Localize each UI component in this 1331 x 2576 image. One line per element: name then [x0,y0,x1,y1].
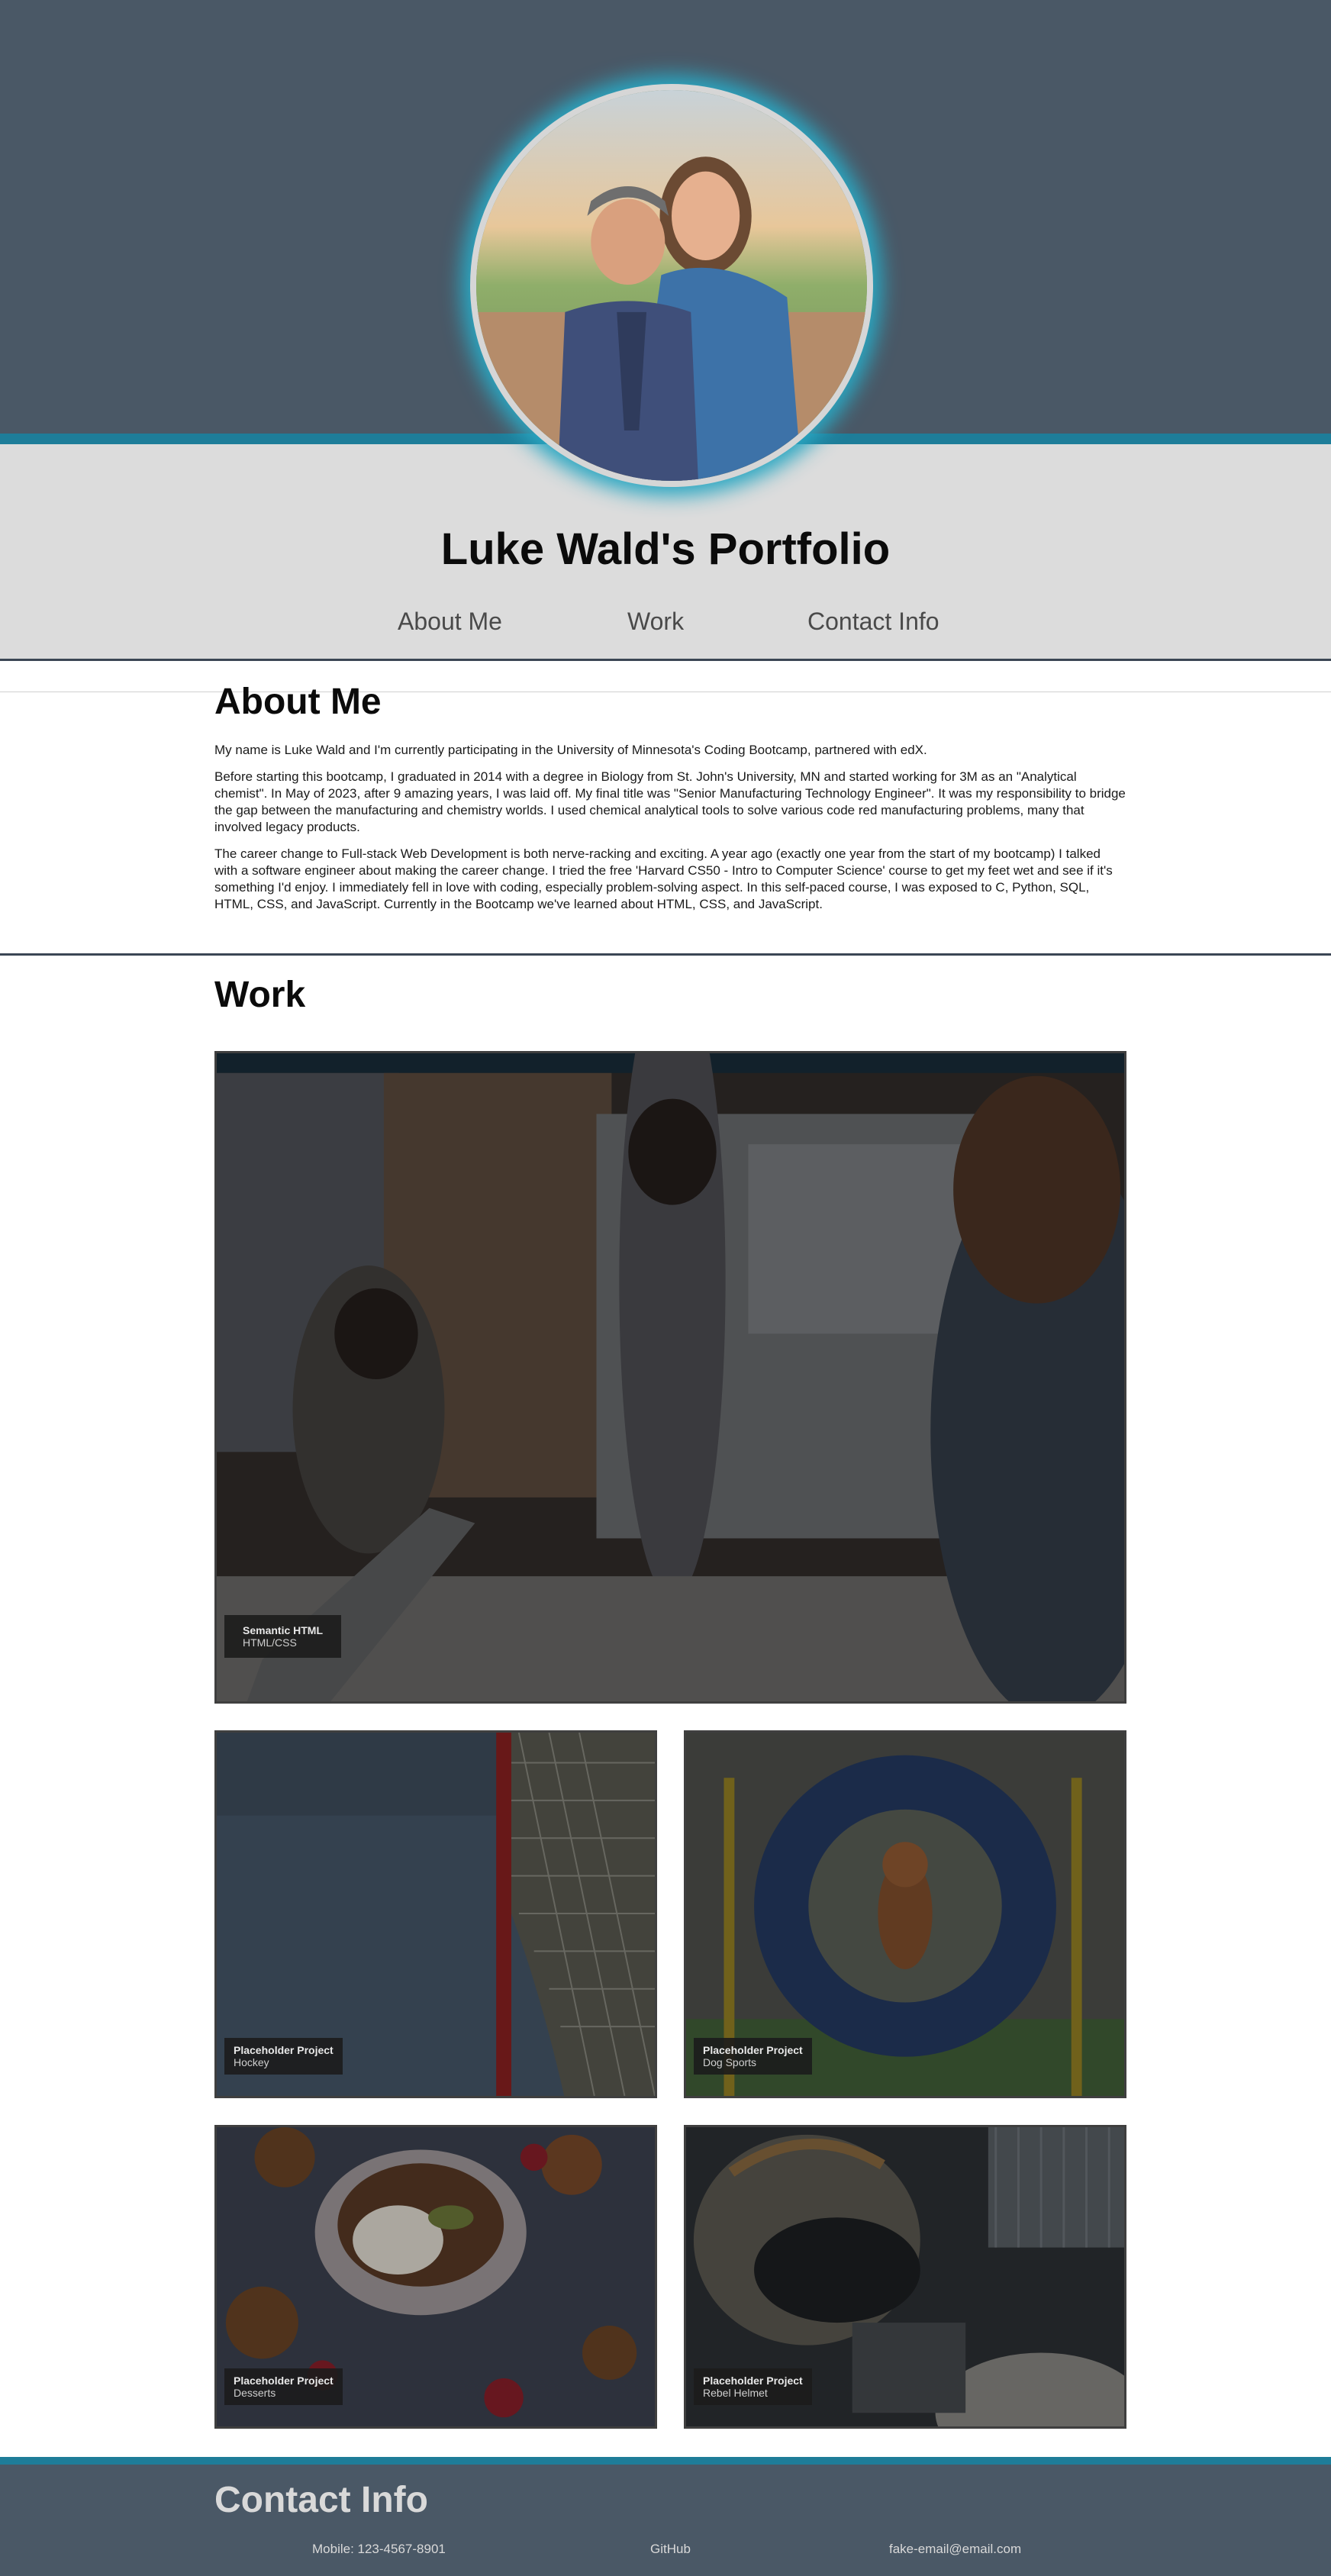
project-subtitle: Dog Sports [703,2056,757,2068]
project-title: Placeholder Project [234,2044,334,2056]
github-link[interactable]: GitHub [650,2542,691,2557]
project-tag: Placeholder Project Rebel Helmet [694,2368,812,2405]
footer [0,2465,1331,2576]
about-paragraph: My name is Luke Wald and I'm currently p… [214,743,927,757]
main-nav: About Me Work Contact Info [0,608,1331,641]
contact-heading: Contact Info [214,2480,428,2520]
project-title: Semantic HTML [243,1624,324,1636]
project-subtitle: Rebel Helmet [703,2387,768,2399]
work-heading: Work [214,975,306,1015]
project-title: Placeholder Project [234,2374,334,2387]
project-tag: Placeholder Project Desserts [224,2368,343,2405]
nav-work-link[interactable]: Work [627,608,684,636]
meeting-photo [217,1053,1124,1701]
project-tag: Semantic HTML HTML/CSS [224,1615,342,1658]
contact-mobile[interactable]: Mobile: 123-4567-8901 [312,2542,446,2557]
header-divider [0,659,1331,661]
project-card-hockey[interactable]: Placeholder Project Hockey [214,1730,657,2098]
project-card-dog-sports[interactable]: Placeholder Project Dog Sports [684,1730,1126,2098]
project-card-featured[interactable]: Semantic HTML HTML/CSS [214,1051,1126,1704]
profile-photo [470,84,873,487]
footer-accent-stripe [0,2457,1331,2465]
project-tag: Placeholder Project Hockey [224,2038,343,2075]
about-paragraph: Before starting this bootcamp, I graduat… [214,769,1126,834]
project-subtitle: Hockey [234,2056,269,2068]
nav-contact-link[interactable]: Contact Info [807,608,939,636]
project-subtitle: HTML/CSS [243,1636,297,1649]
nav-about-link[interactable]: About Me [398,608,502,636]
about-text: My name is Luke Wald and I'm currently p… [214,742,1126,923]
project-card-rebel-helmet[interactable]: Placeholder Project Rebel Helmet [684,2125,1126,2429]
project-subtitle: Desserts [234,2387,276,2399]
project-title: Placeholder Project [703,2374,803,2387]
project-title: Placeholder Project [703,2044,803,2056]
project-card-desserts[interactable]: Placeholder Project Desserts [214,2125,657,2429]
project-tag: Placeholder Project Dog Sports [694,2038,812,2075]
work-divider [0,953,1331,956]
about-paragraph: The career change to Full-stack Web Deve… [214,846,1113,911]
email-link[interactable]: fake-email@email.com [889,2542,1021,2557]
site-title: Luke Wald's Portfolio [440,524,891,574]
about-heading: About Me [214,682,382,722]
